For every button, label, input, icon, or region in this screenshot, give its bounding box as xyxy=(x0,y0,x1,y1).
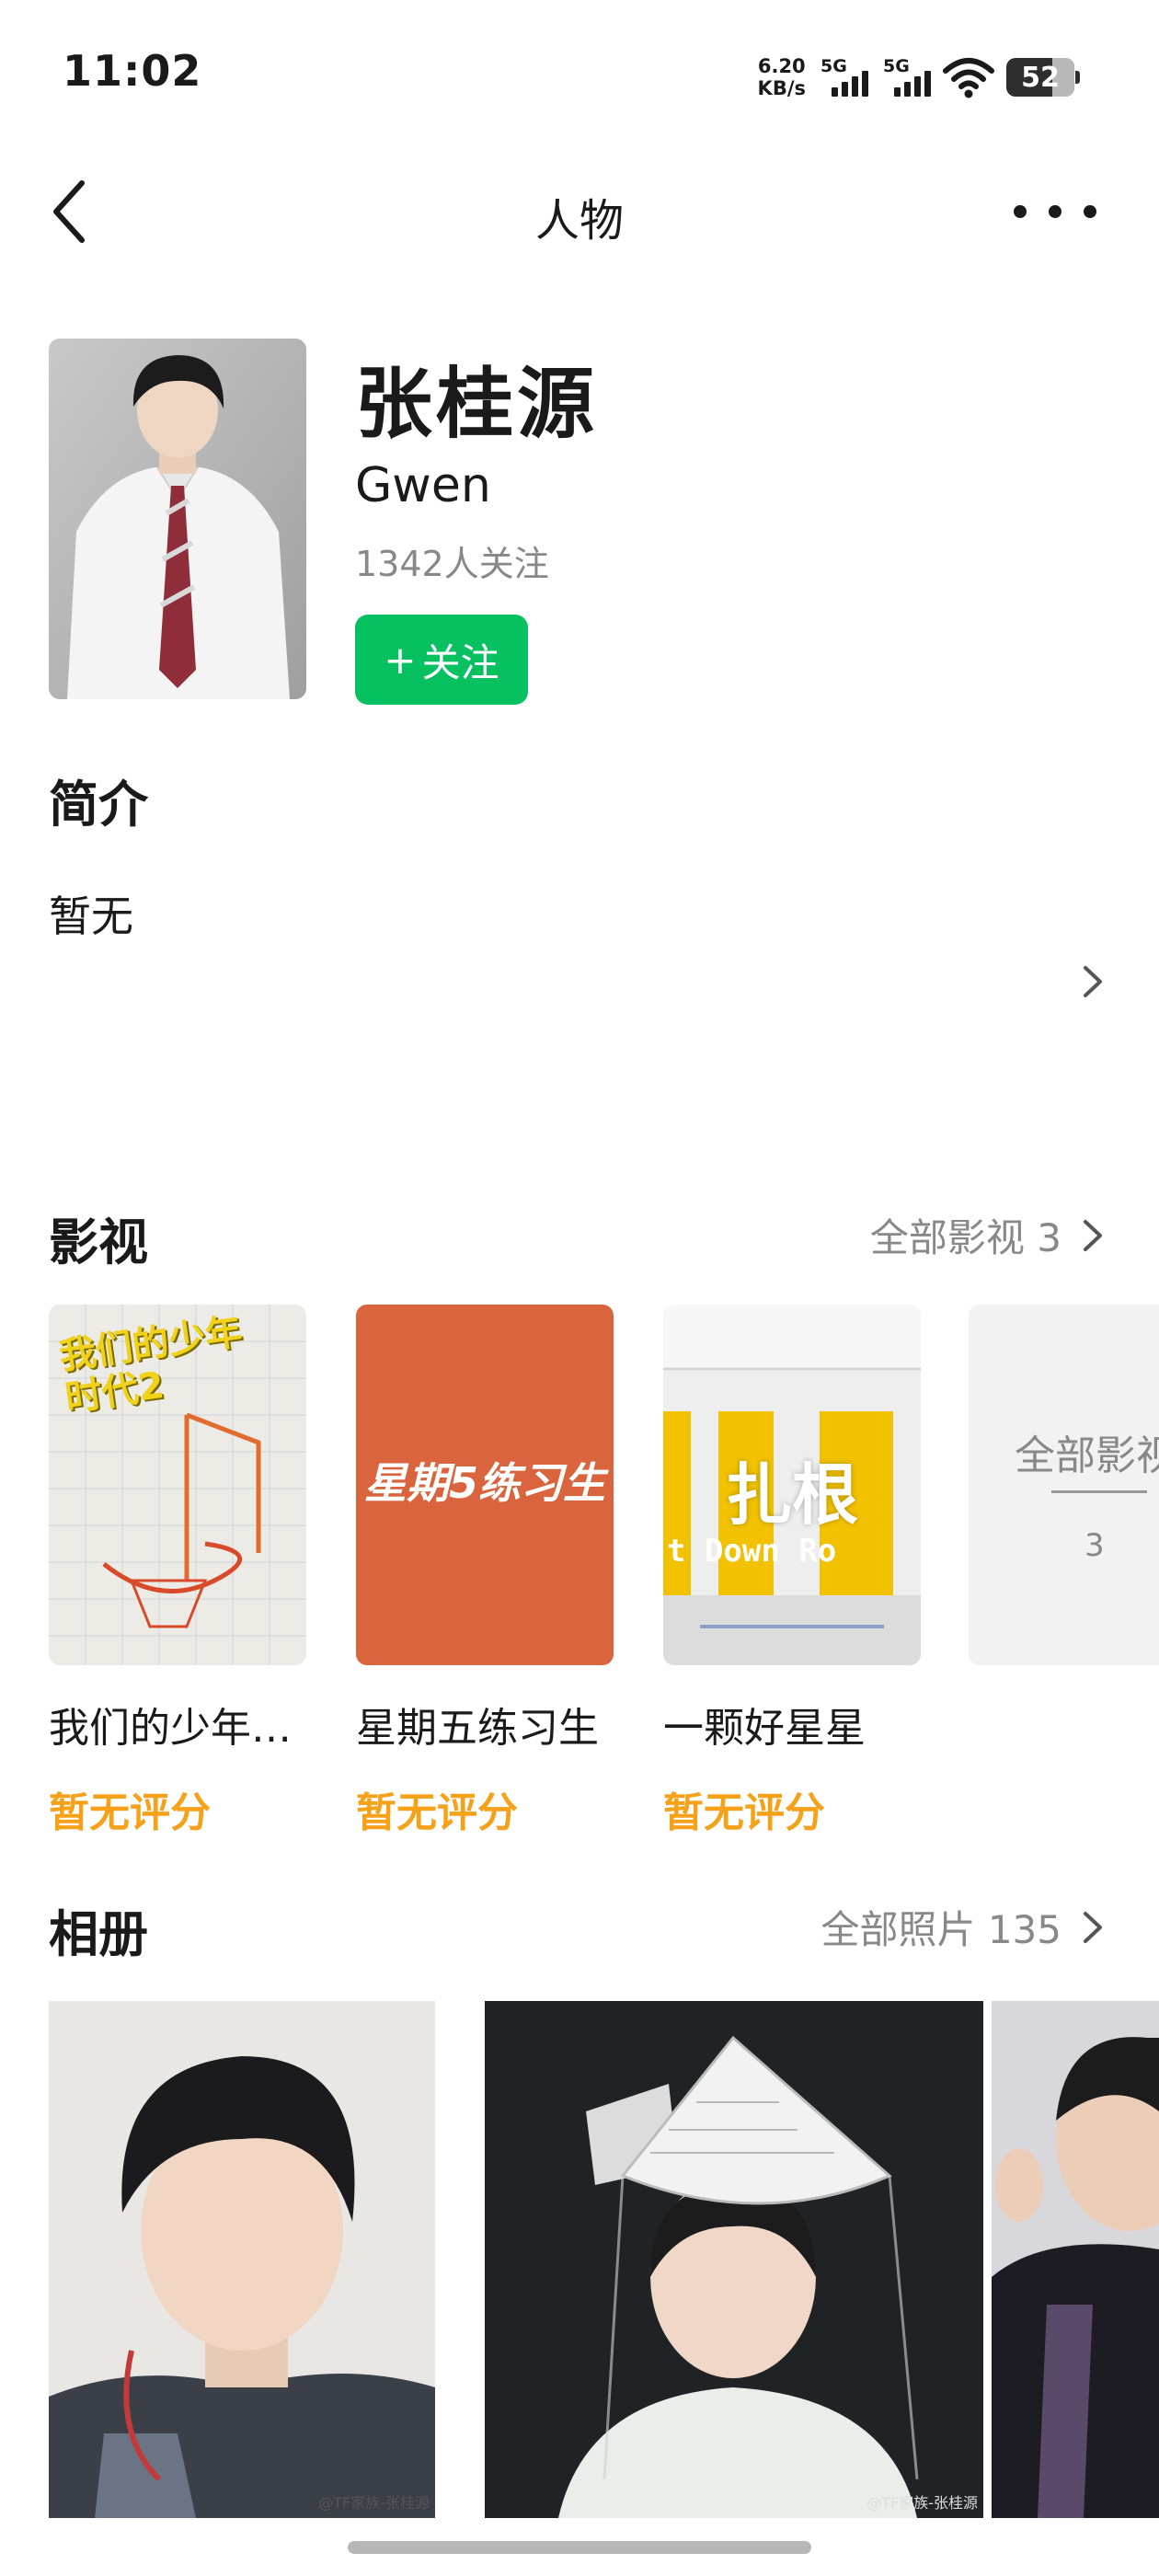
film-score: 暂无评分 xyxy=(356,1789,518,1836)
films-section-title: 影视 xyxy=(49,1213,148,1271)
home-indicator[interactable] xyxy=(348,2541,811,2554)
page-title: 人物 xyxy=(534,195,624,247)
network-speed-unit: KB/s xyxy=(757,77,806,99)
film-score: 暂无评分 xyxy=(49,1789,211,1836)
photo-watermark: @TF家族-张桂源 xyxy=(318,2494,430,2512)
film-poster: 星期5练习生 xyxy=(356,1305,614,1665)
film-title: 一颗好星星 xyxy=(663,1705,866,1752)
plus-icon: + xyxy=(384,637,417,683)
film-poster: 扎根 t Down Ro xyxy=(663,1305,921,1665)
status-time: 11:02 xyxy=(63,46,202,96)
more-icon xyxy=(1014,205,1027,218)
all-films-card-count: 3 xyxy=(1084,1527,1105,1564)
film-title: 星期五练习生 xyxy=(356,1705,599,1752)
album-photo[interactable]: @TF家族-张桂源 xyxy=(49,2001,435,2518)
person-page: 11:02 6.20 KB/s 5G 5G 52 人物 张桂源 Gwen 134… xyxy=(0,0,1159,2576)
status-bar: 11:02 6.20 KB/s 5G 5G 52 xyxy=(0,0,1159,147)
divider xyxy=(1051,1490,1147,1493)
wifi-icon xyxy=(943,58,994,98)
film-score: 暂无评分 xyxy=(663,1789,825,1836)
all-films-card[interactable]: 全部影视 3 xyxy=(969,1305,1159,1665)
follow-button-label: 关注 xyxy=(421,639,499,685)
person-english-name: Gwen xyxy=(355,458,491,513)
battery-icon: 52 xyxy=(1006,58,1080,97)
all-photos-label: 全部照片 135 xyxy=(820,1907,1061,1952)
film-card[interactable]: 星期5练习生 星期五练习生 暂无评分 xyxy=(356,1305,614,1838)
film-poster: 我们的少年时代2 xyxy=(49,1305,306,1665)
chevron-right-icon xyxy=(1084,966,1102,997)
chevron-right-icon xyxy=(1084,1219,1102,1251)
network-speed-value: 6.20 xyxy=(757,55,806,77)
network-speed: 6.20 KB/s xyxy=(758,55,806,99)
nav-bar: 人物 xyxy=(0,166,1159,258)
battery-level: 52 xyxy=(1021,61,1060,94)
status-icons: 6.20 KB/s 5G 5G 52 xyxy=(758,50,1080,105)
album-photo[interactable] xyxy=(992,2001,1159,2518)
all-films-card-label: 全部影视 xyxy=(1015,1432,1159,1479)
signal-icon: 5G xyxy=(817,54,868,100)
photo-watermark: @TF家族-张桂源 xyxy=(866,2494,978,2512)
person-name: 张桂源 xyxy=(355,359,599,449)
intro-expand-button[interactable] xyxy=(1082,964,1104,1003)
follow-button[interactable]: + 关注 xyxy=(355,615,528,705)
follower-count: 1342人关注 xyxy=(355,544,549,584)
intro-text: 暂无 xyxy=(49,891,133,941)
more-button[interactable] xyxy=(1014,184,1096,239)
all-films-link[interactable]: 全部影视 3 xyxy=(870,1207,1104,1263)
person-photo[interactable] xyxy=(49,339,306,699)
signal-icon-2: 5G xyxy=(879,54,931,100)
album-section-title: 相册 xyxy=(49,1905,148,1963)
chevron-right-icon xyxy=(1084,1911,1102,1943)
intro-section-title: 简介 xyxy=(49,776,148,834)
film-poster-subtext: t Down Ro xyxy=(667,1533,837,1570)
film-card[interactable]: 扎根 t Down Ro 一颗好星星 暂无评分 xyxy=(663,1305,921,1838)
all-photos-link[interactable]: 全部照片 135 xyxy=(820,1899,1104,1955)
film-poster-text: 星期5练习生 xyxy=(363,1458,605,1508)
film-poster-text: 扎根 xyxy=(725,1456,858,1534)
film-card[interactable]: 我们的少年时代2 我们的少年… 暂无评分 xyxy=(49,1305,306,1838)
album-photo[interactable]: @TF家族-张桂源 xyxy=(485,2001,983,2518)
all-films-label: 全部影视 3 xyxy=(869,1215,1061,1260)
film-title: 我们的少年… xyxy=(49,1705,292,1752)
